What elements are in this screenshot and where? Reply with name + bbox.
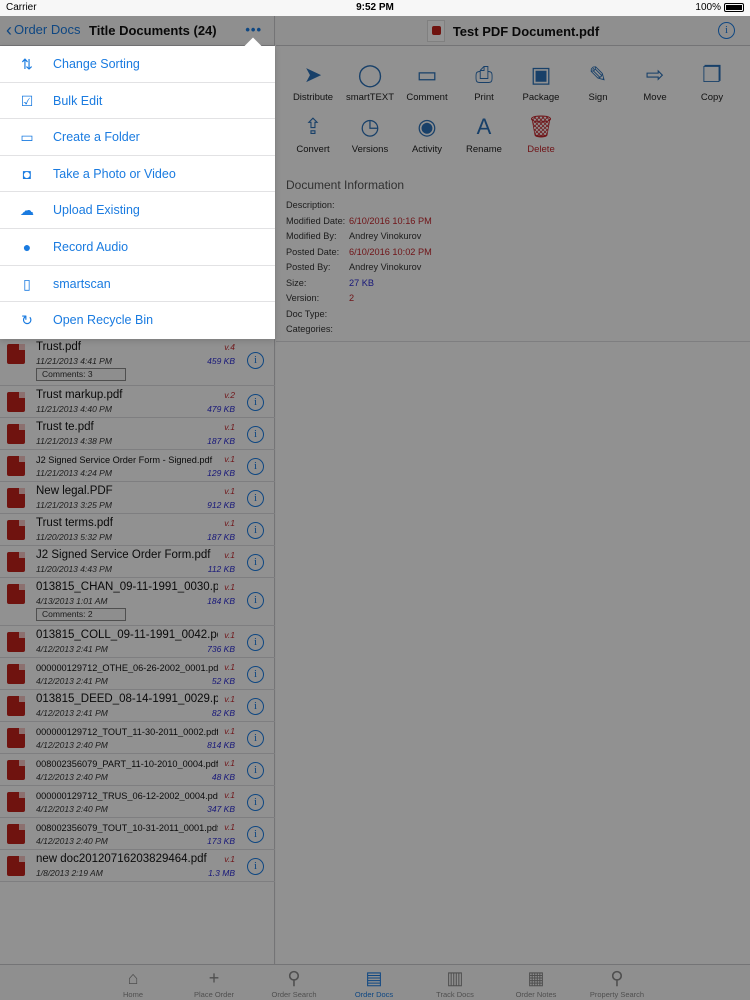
status-bar: Carrier 9:52 PM 100% bbox=[0, 0, 750, 16]
battery-icon bbox=[724, 3, 744, 12]
menu-item-take-a-photo-or-video[interactable]: ◘ Take a Photo or Video bbox=[0, 156, 275, 193]
menu-item-smartscan[interactable]: ▯ smartscan bbox=[0, 266, 275, 303]
cloud-upload-icon: ☁ bbox=[20, 202, 34, 219]
menu-item-label: smartscan bbox=[53, 276, 111, 291]
sort-icon: ⇅ bbox=[21, 56, 33, 72]
camera-icon: ◘ bbox=[22, 165, 32, 182]
menu-item-create-a-folder[interactable]: ▭ Create a Folder bbox=[0, 119, 275, 156]
menu-item-change-sorting[interactable]: ⇅ Change Sorting bbox=[0, 46, 275, 83]
menu-item-record-audio[interactable]: ● Record Audio bbox=[0, 229, 275, 266]
folder-icon: ▭ bbox=[20, 129, 34, 146]
microphone-icon: ● bbox=[22, 238, 32, 255]
menu-item-label: Upload Existing bbox=[53, 203, 140, 218]
battery-indicator: 100% bbox=[695, 2, 744, 13]
menu-item-label: Record Audio bbox=[53, 239, 129, 254]
clock: 9:52 PM bbox=[356, 2, 394, 13]
phone-icon: ▯ bbox=[23, 275, 31, 292]
edit-icon: ☑ bbox=[20, 92, 34, 109]
menu-item-label: Open Recycle Bin bbox=[53, 313, 154, 328]
menu-item-label: Change Sorting bbox=[53, 57, 140, 71]
menu-item-label: Bulk Edit bbox=[53, 93, 103, 108]
menu-item-bulk-edit[interactable]: ☑ Bulk Edit bbox=[0, 83, 275, 120]
menu-item-label: Take a Photo or Video bbox=[53, 166, 176, 181]
actions-popover-menu: ⇅ Change Sorting ☑ Bulk Edit ▭ Create a Folde… bbox=[0, 46, 275, 339]
recycle-icon: ↻ bbox=[21, 312, 33, 329]
battery-percent: 100% bbox=[695, 2, 721, 13]
menu-item-upload-existing[interactable]: ☁ Upload Existing bbox=[0, 192, 275, 229]
menu-item-open-recycle-bin[interactable]: ↻ Open Recycle Bin bbox=[0, 302, 275, 339]
menu-item-label: Create a Folder bbox=[53, 130, 140, 145]
